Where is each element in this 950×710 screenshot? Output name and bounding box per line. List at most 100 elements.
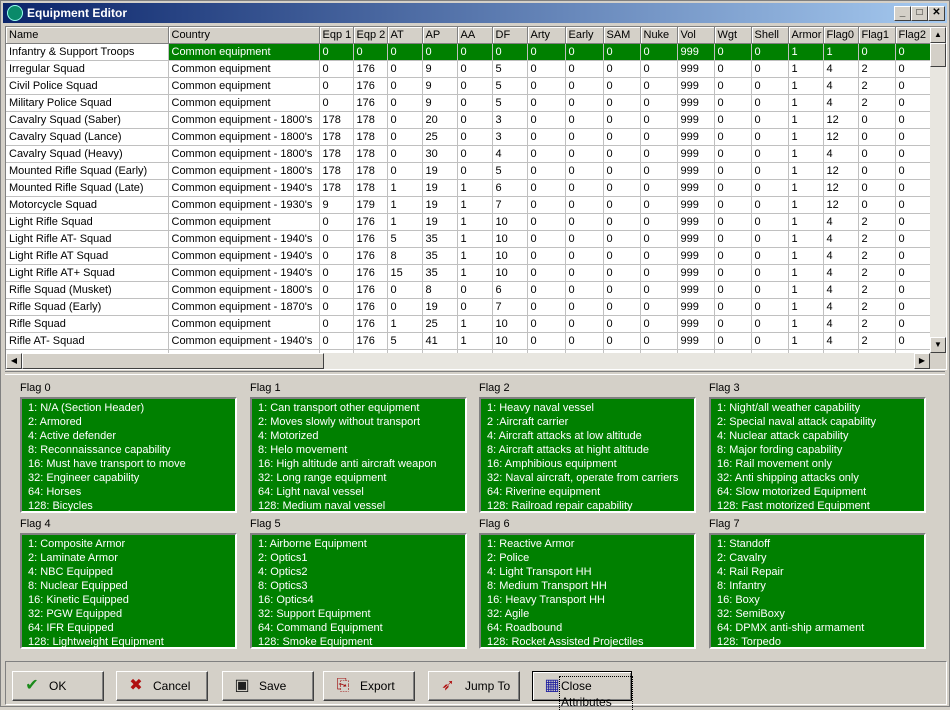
table-cell[interactable]: 0 (603, 196, 641, 214)
table-cell[interactable]: 0 (603, 230, 641, 248)
table-cell[interactable]: 0 (565, 179, 604, 197)
table-cell[interactable]: 7 (492, 196, 528, 214)
table-cell[interactable]: 0 (714, 298, 752, 316)
table-cell[interactable]: 0 (565, 128, 604, 146)
flag-list[interactable]: 1: Standoff 2: Cavalry 4: Rail Repair 8: In… (709, 533, 926, 649)
table-cell[interactable]: Rifle Squad (Early) (6, 298, 169, 316)
table-cell[interactable]: 999 (677, 213, 715, 231)
table-cell[interactable]: 0 (603, 77, 641, 95)
vertical-scrollbar[interactable]: ▲ ▼ (930, 27, 946, 353)
list-item[interactable]: 32: Agile (487, 607, 694, 621)
column-header-armor[interactable]: Armor (788, 27, 824, 44)
list-item[interactable]: 2: Laminate Armor (28, 551, 235, 565)
table-cell[interactable]: 1 (457, 230, 493, 248)
table-cell[interactable]: 1 (788, 43, 824, 61)
table-cell[interactable]: 15 (387, 264, 423, 282)
list-item[interactable]: 1: Heavy naval vessel (487, 401, 694, 415)
table-cell[interactable]: 0 (714, 128, 752, 146)
table-cell[interactable]: 178 (353, 128, 388, 146)
table-cell[interactable]: 0 (527, 60, 566, 78)
table-cell[interactable]: 0 (319, 230, 354, 248)
table-cell[interactable]: 12 (823, 162, 859, 180)
table-cell[interactable]: 19 (422, 179, 458, 197)
list-item[interactable]: 2: Optics1 (258, 551, 465, 565)
list-item[interactable]: 32: Anti shipping attacks only (717, 471, 924, 485)
flag-list[interactable]: 1: Composite Armor 2: Laminate Armor 4: NB… (20, 533, 237, 649)
table-cell[interactable]: 1 (788, 230, 824, 248)
table-cell[interactable]: 25 (422, 315, 458, 333)
table-cell[interactable]: 1 (457, 196, 493, 214)
table-cell[interactable]: 0 (640, 128, 678, 146)
column-header-early[interactable]: Early (565, 27, 604, 44)
table-cell[interactable]: 0 (319, 247, 354, 265)
table-cell[interactable]: 4 (823, 281, 859, 299)
column-header-flag1[interactable]: Flag1 (858, 27, 896, 44)
table-cell[interactable]: 999 (677, 145, 715, 163)
table-cell[interactable]: 999 (677, 162, 715, 180)
table-cell[interactable]: 10 (492, 332, 528, 350)
table-cell[interactable]: 0 (895, 298, 930, 316)
table-cell[interactable]: Light Rifle AT Squad (6, 247, 169, 265)
table-cell[interactable]: Mounted Rifle Squad (Late) (6, 179, 169, 197)
table-cell[interactable]: 4 (823, 315, 859, 333)
table-cell[interactable]: 10 (492, 247, 528, 265)
table-cell[interactable]: 0 (527, 179, 566, 197)
table-cell[interactable]: 178 (319, 128, 354, 146)
table-cell[interactable]: 0 (603, 94, 641, 112)
table-cell[interactable]: 4 (823, 264, 859, 282)
list-item[interactable]: 2: Moves slowly without transport (258, 415, 465, 429)
table-cell[interactable]: Common equipment - 1940's (168, 179, 320, 197)
table-cell[interactable]: 0 (895, 111, 930, 129)
table-cell[interactable]: 999 (677, 315, 715, 333)
table-cell[interactable]: 4 (823, 60, 859, 78)
list-item[interactable]: 64: Command Equipment (258, 621, 465, 635)
table-cell[interactable]: 0 (565, 230, 604, 248)
table-cell[interactable]: Common equipment - 1940's (168, 332, 320, 350)
list-item[interactable]: 128: Medium naval vessel (258, 499, 465, 513)
table-cell[interactable]: 176 (353, 332, 388, 350)
table-cell[interactable]: 0 (751, 60, 789, 78)
maximize-button[interactable]: □ (911, 6, 928, 21)
cancel-button[interactable]: ✖ Cancel (116, 671, 208, 701)
table-cell[interactable]: 0 (858, 179, 896, 197)
table-cell[interactable]: 0 (751, 43, 789, 61)
column-header-country[interactable]: Country (168, 27, 320, 44)
table-cell[interactable]: 0 (640, 196, 678, 214)
list-item[interactable]: 8: Medium Transport HH (487, 579, 694, 593)
table-cell[interactable]: 0 (603, 247, 641, 265)
table-cell[interactable]: Light Rifle AT+ Squad (6, 264, 169, 282)
list-item[interactable]: 64: Roadbound (487, 621, 694, 635)
table-cell[interactable]: 4 (823, 298, 859, 316)
table-cell[interactable]: 1 (387, 213, 423, 231)
table-cell[interactable]: 0 (387, 128, 423, 146)
table-cell[interactable]: 0 (714, 77, 752, 95)
table-row[interactable]: Rifle Squad (Early) Common equipment - 18… (6, 298, 930, 316)
table-cell[interactable]: 0 (895, 179, 930, 197)
table-cell[interactable]: 176 (353, 315, 388, 333)
table-cell[interactable]: 0 (387, 145, 423, 163)
table-cell[interactable]: 0 (640, 77, 678, 95)
table-cell[interactable]: 0 (895, 145, 930, 163)
table-cell[interactable]: Common equipment (168, 60, 320, 78)
table-cell[interactable]: Cavalry Squad (Heavy) (6, 145, 169, 163)
table-cell[interactable]: 0 (895, 247, 930, 265)
table-cell[interactable]: 1 (457, 213, 493, 231)
table-cell[interactable]: 0 (895, 230, 930, 248)
table-cell[interactable]: 19 (422, 298, 458, 316)
column-header-eqp-2[interactable]: Eqp 2 (353, 27, 388, 44)
flag-list[interactable]: 1: Night/all weather capability 2: Specia… (709, 397, 926, 513)
table-cell[interactable]: 0 (457, 128, 493, 146)
table-cell[interactable]: 0 (751, 162, 789, 180)
table-cell[interactable]: 0 (457, 94, 493, 112)
horizontal-scroll-thumb[interactable] (22, 353, 324, 369)
table-cell[interactable]: 999 (677, 247, 715, 265)
table-cell[interactable]: 0 (714, 162, 752, 180)
table-row[interactable]: Military Police Squad Common equipment 0 17… (6, 94, 930, 112)
table-cell[interactable]: 0 (422, 43, 458, 61)
table-cell[interactable]: 0 (387, 111, 423, 129)
table-cell[interactable]: Rifle Squad (6, 315, 169, 333)
list-item[interactable]: 128: Lightweight Equipment (28, 635, 235, 649)
table-cell[interactable]: 19 (422, 213, 458, 231)
column-header-sam[interactable]: SAM (603, 27, 641, 44)
close-attr-button[interactable]: ▦ Close Attributes (532, 671, 633, 710)
